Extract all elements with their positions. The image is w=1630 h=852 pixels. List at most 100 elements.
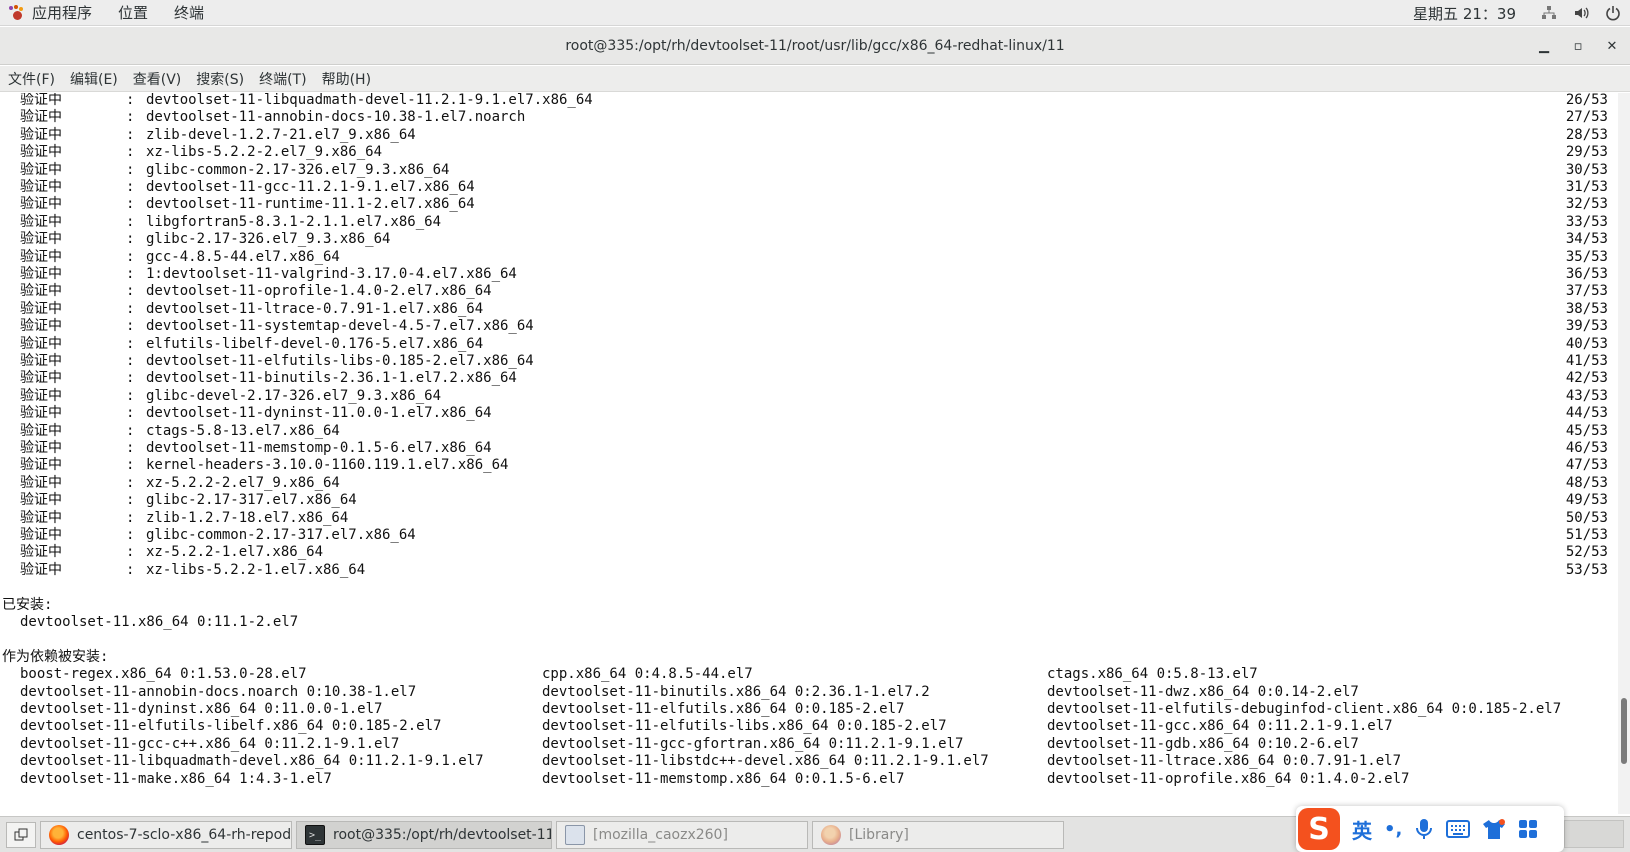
verify-label: 验证中: [20, 335, 62, 352]
progress-count: 30/53: [1565, 161, 1608, 178]
progress-count: 26/53: [1565, 93, 1608, 108]
progress-count: 45/53: [1565, 422, 1608, 439]
verify-label: 验证中: [20, 213, 62, 230]
terminal-line: 验证中: devtoolset-11-oprofile-1.4.0-2.el7.x…: [0, 282, 1618, 300]
close-button[interactable]: ✕: [1604, 38, 1620, 54]
dependency-package: devtoolset-11-dwz.x86_64 0:0.14-2.el7: [1047, 683, 1359, 700]
progress-count: 33/53: [1565, 213, 1608, 230]
menu-help[interactable]: 帮助(H): [322, 69, 371, 89]
terminal-scrollbar[interactable]: [1618, 93, 1630, 814]
sogou-logo-icon[interactable]: S: [1298, 808, 1340, 850]
window-titlebar[interactable]: root@335:/opt/rh/devtoolset-11/root/usr/…: [0, 27, 1630, 65]
package-name: glibc-common-2.17-317.el7.x86_64: [146, 527, 416, 543]
top-panel: 应用程序 位置 终端 星期五 21：39: [0, 0, 1630, 26]
terminal-output[interactable]: 验证中: devtoolset-11-libquadmath-devel-11.2…: [0, 93, 1618, 814]
menu-terminal[interactable]: 终端(T): [259, 69, 306, 89]
dependencies-header: 作为依赖被安装:: [2, 648, 109, 665]
separator-colon: :: [126, 474, 135, 491]
task-mozilla-folder[interactable]: [mozilla_caozx260]: [556, 821, 808, 849]
menu-view[interactable]: 查看(V): [133, 69, 182, 89]
dependency-package: devtoolset-11-annobin-docs.noarch 0:10.3…: [20, 683, 417, 700]
verify-label: 验证中: [20, 440, 62, 456]
verify-label: 验证中: [20, 405, 62, 422]
package-name: xz-5.2.2-1.el7.x86_64: [146, 544, 324, 561]
dependency-package: devtoolset-11-dyninst.x86_64 0:11.0.0-1.…: [20, 701, 383, 717]
separator-colon: :: [126, 405, 135, 422]
maximize-button[interactable]: ▫: [1570, 38, 1586, 54]
dependency-package: devtoolset-11-gcc.x86_64 0:11.2.1-9.1.el…: [1047, 718, 1393, 735]
task-terminal[interactable]: >_ root@335:/opt/rh/devtoolset-11/r...: [296, 821, 552, 849]
dependency-package: devtoolset-11-oprofile.x86_64 0:1.4.0-2.…: [1047, 770, 1410, 787]
applications-menu[interactable]: 应用程序: [32, 2, 92, 23]
terminal-line: 验证中: glibc-2.17-317.el7.x86_64 49/53: [0, 491, 1618, 509]
verify-label: 验证中: [20, 422, 62, 439]
ime-toolbar[interactable]: S 英 •,: [1296, 806, 1564, 852]
terminal-line: 验证中: devtoolset-11-annobin-docs-10.38-1.e…: [0, 108, 1618, 126]
clock[interactable]: 星期五 21：39: [1413, 3, 1516, 24]
separator-colon: :: [126, 196, 135, 213]
progress-count: 51/53: [1565, 527, 1608, 543]
dependency-package: devtoolset-11-make.x86_64 1:4.3-1.el7: [20, 770, 332, 787]
menu-edit[interactable]: 编辑(E): [70, 69, 118, 89]
package-name: devtoolset-11-memstomp-0.1.5-6.el7.x86_6…: [146, 440, 492, 456]
separator-colon: :: [126, 492, 135, 509]
progress-count: 38/53: [1565, 300, 1608, 317]
separator-colon: :: [126, 353, 135, 369]
progress-count: 28/53: [1565, 126, 1608, 143]
separator-colon: :: [126, 544, 135, 561]
package-name: libgfortran5-8.3.1-2.1.1.el7.x86_64: [146, 213, 442, 230]
ime-language-toggle[interactable]: 英: [1352, 815, 1372, 844]
separator-colon: :: [126, 300, 135, 317]
terminal-line: 验证中: zlib-devel-1.2.7-21.el7_9.x86_64 28/5…: [0, 126, 1618, 144]
progress-count: 37/53: [1565, 283, 1608, 300]
package-name: glibc-devel-2.17-326.el7_9.3.x86_64: [146, 387, 442, 404]
places-menu[interactable]: 位置: [118, 2, 148, 23]
keyboard-icon[interactable]: [1446, 820, 1471, 838]
grid-icon[interactable]: [1518, 819, 1538, 839]
terminal-line: devtoolset-11-libquadmath-devel.x86_64 0…: [0, 752, 1618, 770]
show-desktop-button[interactable]: [6, 822, 36, 848]
package-name: devtoolset-11-oprofile-1.4.0-2.el7.x86_6…: [146, 283, 492, 300]
verify-label: 验证中: [20, 561, 62, 578]
minimize-button[interactable]: ▁: [1536, 38, 1552, 54]
task-library[interactable]: [Library]: [812, 821, 1064, 849]
package-name: devtoolset-11-ltrace-0.7.91-1.el7.x86_64: [146, 300, 484, 317]
separator-colon: :: [126, 126, 135, 143]
package-name: devtoolset-11-binutils-2.36.1-1.el7.2.x8…: [146, 370, 517, 387]
shirt-icon[interactable]: [1482, 818, 1506, 840]
progress-count: 53/53: [1565, 561, 1608, 578]
separator-colon: :: [126, 370, 135, 387]
terminal-line: devtoolset-11-annobin-docs.noarch 0:10.3…: [0, 683, 1618, 701]
verify-label: 验证中: [20, 93, 62, 108]
package-name: ctags-5.8-13.el7.x86_64: [146, 422, 340, 439]
window-title: root@335:/opt/rh/devtoolset-11/root/usr/…: [565, 37, 1065, 54]
task-firefox-repodata[interactable]: centos-7-sclo-x86_64-rh-repodata...: [40, 821, 292, 849]
package-name: glibc-common-2.17-326.el7_9.3.x86_64: [146, 161, 450, 178]
microphone-icon[interactable]: [1414, 818, 1434, 840]
terminal-line: 验证中: glibc-devel-2.17-326.el7_9.3.x86_64 4…: [0, 387, 1618, 405]
separator-colon: :: [126, 179, 135, 195]
gnome-foot-icon[interactable]: [8, 4, 24, 21]
verify-label: 验证中: [20, 527, 62, 543]
terminal-line: 验证中: devtoolset-11-libquadmath-devel-11.2…: [0, 93, 1618, 109]
separator-colon: :: [126, 109, 135, 126]
package-name: zlib-devel-1.2.7-21.el7_9.x86_64: [146, 126, 416, 143]
verify-label: 验证中: [20, 457, 62, 474]
terminal-app-menu[interactable]: 终端: [174, 2, 204, 23]
progress-count: 39/53: [1565, 318, 1608, 335]
package-name: gcc-4.8.5-44.el7.x86_64: [146, 248, 340, 265]
package-name: elfutils-libelf-devel-0.176-5.el7.x86_64: [146, 335, 484, 352]
verify-label: 验证中: [20, 318, 62, 335]
tray-area[interactable]: [1564, 820, 1624, 848]
network-icon[interactable]: [1540, 4, 1558, 22]
package-name: devtoolset-11-elfutils-libs-0.185-2.el7.…: [146, 353, 534, 369]
separator-colon: :: [126, 213, 135, 230]
scrollbar-thumb[interactable]: [1621, 698, 1627, 764]
ime-punctuation-toggle[interactable]: •,: [1384, 819, 1402, 840]
power-icon[interactable]: [1604, 4, 1622, 22]
volume-icon[interactable]: [1572, 4, 1590, 22]
menu-file[interactable]: 文件(F): [8, 69, 55, 89]
terminal-line: 验证中: glibc-2.17-326.el7_9.3.x86_64 34/53: [0, 230, 1618, 248]
separator-colon: :: [126, 335, 135, 352]
menu-search[interactable]: 搜索(S): [196, 69, 244, 89]
